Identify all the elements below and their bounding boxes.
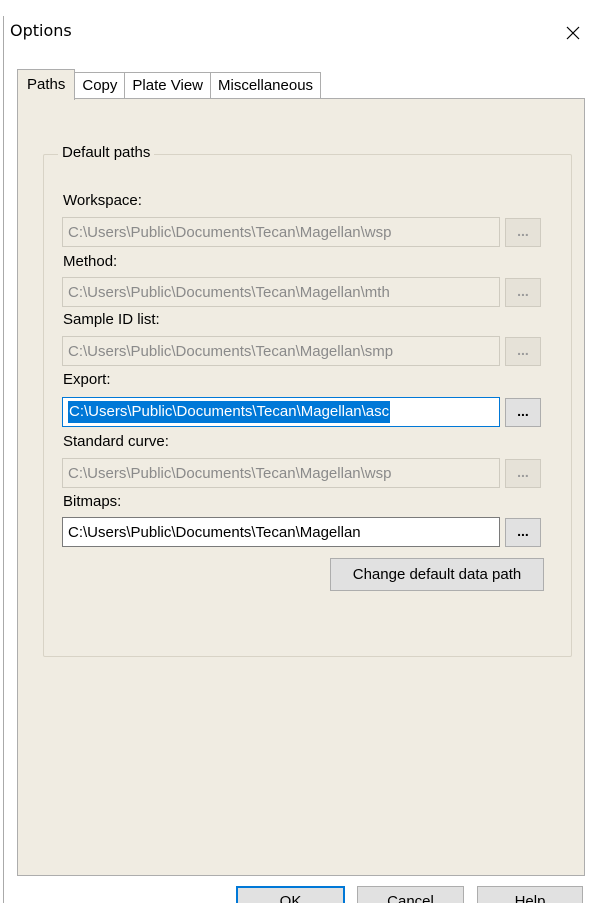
export-browse-button[interactable]: ... <box>505 398 541 427</box>
export-label: Export: <box>63 371 111 388</box>
cropped-caption-strip <box>0 0 595 16</box>
group-label: Default paths <box>58 144 155 161</box>
method-label: Method: <box>63 253 118 270</box>
tab-strip: Paths Copy Plate View Miscellaneous <box>17 67 322 100</box>
help-button[interactable]: Help <box>477 886 583 903</box>
tab-copy[interactable]: Copy <box>75 72 126 99</box>
bitmaps-browse-button[interactable]: ... <box>505 518 541 547</box>
method-browse-button[interactable]: ... <box>505 278 541 307</box>
tab-paths[interactable]: Paths <box>17 69 76 100</box>
export-path-field[interactable] <box>62 397 500 427</box>
dialog-client-area: Paths Copy Plate View Miscellaneous Defa… <box>4 50 595 903</box>
standard-curve-browse-button[interactable]: ... <box>505 459 541 488</box>
workspace-path-field[interactable] <box>62 217 500 247</box>
bitmaps-path-field[interactable] <box>62 517 500 547</box>
workspace-label: Workspace: <box>63 192 142 209</box>
cancel-button[interactable]: Cancel <box>357 886 464 903</box>
workspace-browse-button[interactable]: ... <box>505 218 541 247</box>
tab-miscellaneous[interactable]: Miscellaneous <box>211 72 322 99</box>
close-icon <box>566 26 580 40</box>
close-button[interactable] <box>550 16 595 50</box>
sample-id-list-path-field[interactable] <box>62 336 500 366</box>
change-default-data-path-button[interactable]: Change default data path <box>330 558 544 591</box>
sample-id-list-browse-button[interactable]: ... <box>505 337 541 366</box>
bitmaps-label: Bitmaps: <box>63 493 122 510</box>
title-bar: Options <box>4 16 595 50</box>
ok-button[interactable]: OK <box>236 886 345 903</box>
method-path-field[interactable] <box>62 277 500 307</box>
dialog-title: Options <box>10 21 72 40</box>
standard-curve-path-field[interactable] <box>62 458 500 488</box>
tab-plate-view[interactable]: Plate View <box>125 72 211 99</box>
standard-curve-label: Standard curve: <box>63 433 169 450</box>
sample-id-list-label: Sample ID list: <box>63 311 160 328</box>
paths-tab-page: Default paths Workspace: ... Method: ...… <box>17 98 585 876</box>
options-dialog: Options Paths Copy Plate View Miscellane… <box>3 16 595 903</box>
